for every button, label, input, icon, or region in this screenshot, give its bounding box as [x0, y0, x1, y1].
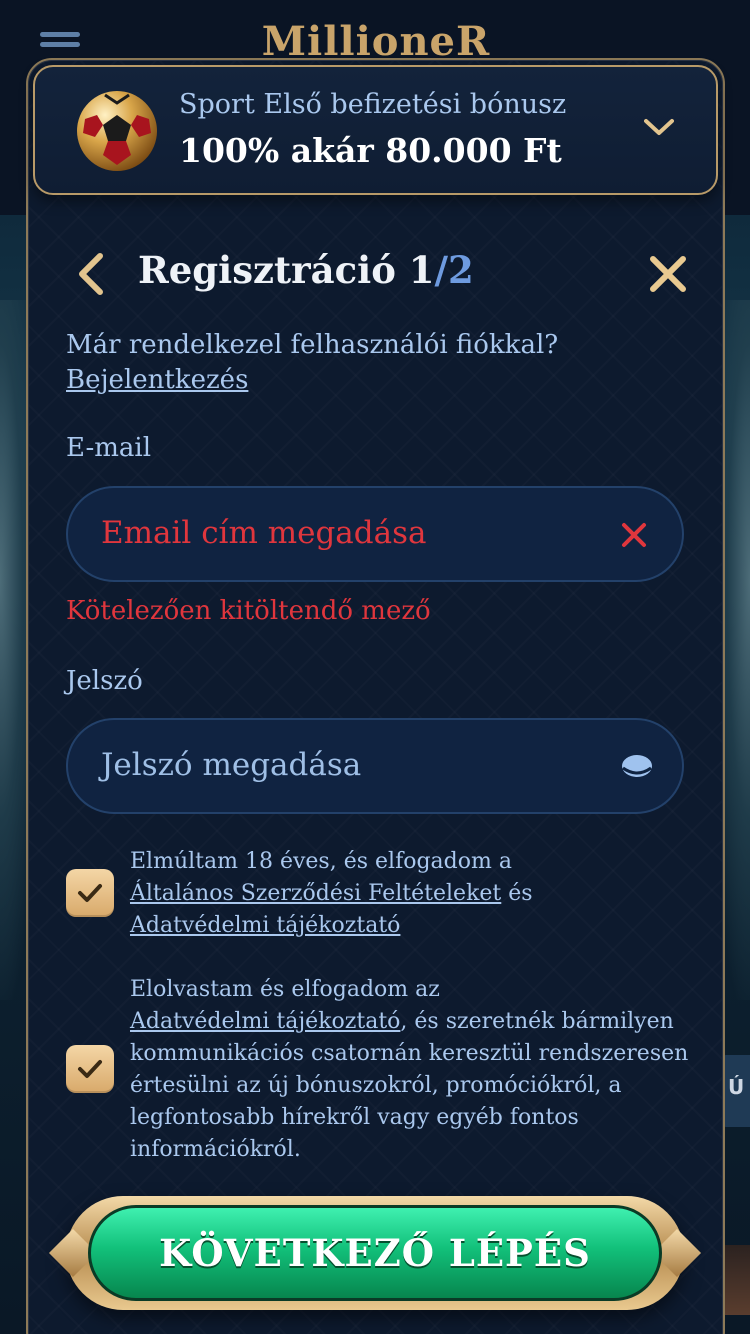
checkmark-icon	[78, 1060, 102, 1078]
background-side-thumbnail	[722, 1245, 750, 1315]
next-step-button[interactable]: KÖVETKEZŐ LÉPÉS	[88, 1205, 662, 1301]
password-placeholder: Jelszó megadása	[101, 747, 362, 783]
login-link[interactable]: Bejelentkezés	[66, 365, 248, 395]
close-button[interactable]	[648, 254, 688, 294]
email-error-message: Kötelezően kitöltendő mező	[66, 596, 431, 626]
privacy-policy-link[interactable]: Adatvédelmi tájékoztató	[130, 913, 400, 938]
email-placeholder: Email cím megadása	[101, 515, 427, 551]
title-step-total: /2	[434, 248, 474, 292]
next-step-label: KÖVETKEZŐ LÉPÉS	[159, 1231, 591, 1275]
age-terms-checkbox[interactable]	[66, 869, 114, 917]
email-field[interactable]: Email cím megadása	[66, 486, 684, 582]
login-prompt-text: Már rendelkezel felhasználói fiókkal?	[66, 330, 559, 360]
bonus-banner[interactable]: Sport Első befizetési bónusz 100% akár 8…	[33, 65, 718, 195]
email-label: E-mail	[66, 433, 152, 463]
page-title: Regisztráció 1/2	[138, 248, 474, 292]
back-button[interactable]	[72, 252, 110, 296]
title-step: Regisztráció 1	[138, 248, 435, 292]
age-terms-consent-text: Elmúltam 18 éves, és elfogadom a Általán…	[130, 846, 690, 942]
consent-1-connector: és	[508, 881, 533, 906]
marketing-consent-checkbox[interactable]	[66, 1045, 114, 1093]
chevron-left-icon	[79, 253, 103, 295]
clear-x-icon[interactable]	[620, 521, 648, 549]
soccer-ball-icon	[75, 89, 159, 173]
hamburger-menu-icon[interactable]	[40, 32, 80, 60]
chevron-down-icon[interactable]	[644, 117, 674, 139]
privacy-policy-link-2[interactable]: Adatvédelmi tájékoztató	[130, 1009, 400, 1034]
marketing-consent-text: Elolvastam és elfogadom az Adatvédelmi t…	[130, 974, 690, 1166]
terms-link[interactable]: Általános Szerződési Feltételeket	[130, 881, 501, 906]
consent-2-text: Elolvastam és elfogadom az	[130, 977, 440, 1002]
eye-icon[interactable]	[620, 752, 654, 780]
password-label: Jelszó	[66, 666, 143, 696]
bonus-title: Sport Első befizetési bónusz	[179, 89, 567, 120]
consent-1-text: Elmúltam 18 éves, és elfogadom a	[130, 849, 512, 874]
checkmark-icon	[78, 884, 102, 902]
background-side-tab: Ú	[722, 1055, 750, 1127]
bonus-amount: 100% akár 80.000 Ft	[179, 131, 562, 170]
password-field[interactable]: Jelszó megadása	[66, 718, 684, 814]
close-icon	[650, 256, 686, 292]
